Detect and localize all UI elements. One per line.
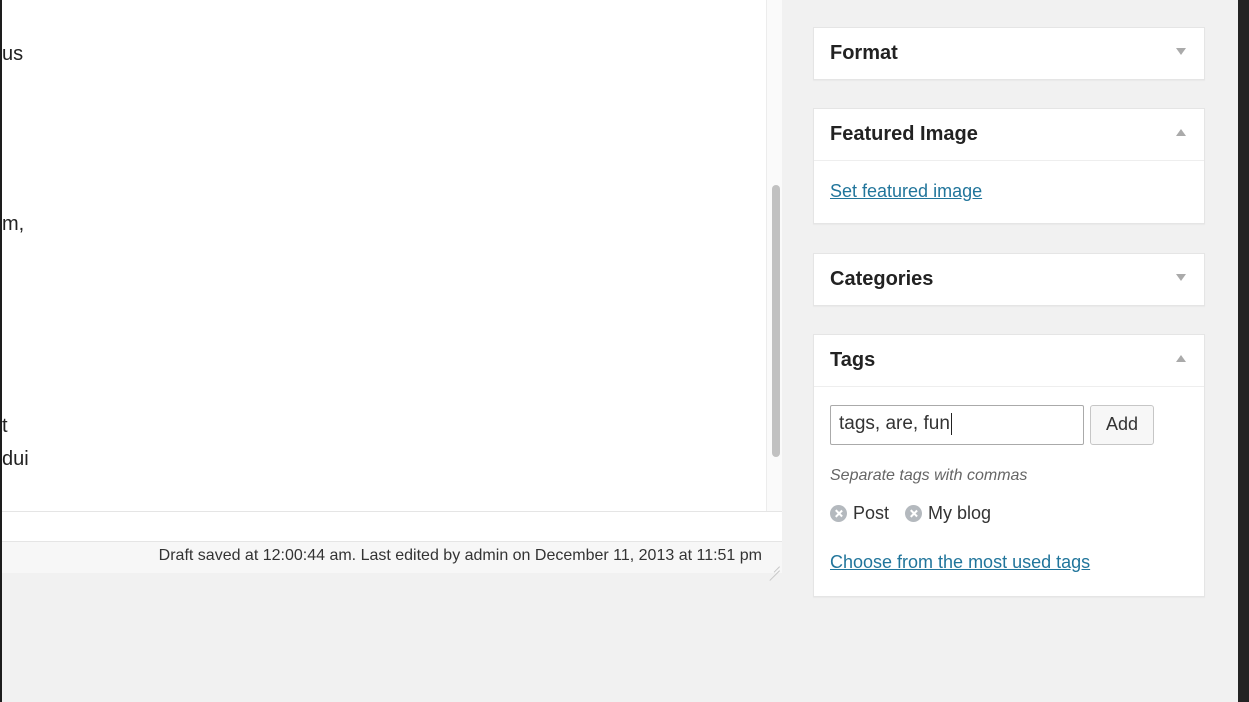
- chevron-up-icon[interactable]: [1176, 129, 1186, 136]
- format-metabox: Format: [813, 27, 1205, 80]
- editor-content-area[interactable]: us m, t dui: [2, 0, 766, 511]
- tags-metabox: Tags tags, are, fun Add Separate tags wi…: [813, 334, 1205, 597]
- text-caret: [950, 413, 952, 435]
- tags-metabox-inside: tags, are, fun Add Separate tags with co…: [814, 386, 1204, 596]
- editor-text-fragment: us: [2, 43, 24, 65]
- editor-text-fragment: dui: [2, 448, 29, 470]
- remove-tag-icon[interactable]: [905, 505, 923, 522]
- featured-image-metabox-title: Featured Image: [830, 123, 978, 145]
- add-tag-button[interactable]: Add: [1090, 405, 1154, 445]
- categories-metabox: Categories: [813, 253, 1205, 306]
- tag-item: My blog: [905, 503, 991, 524]
- chevron-down-icon[interactable]: [1176, 274, 1186, 281]
- set-featured-image-link[interactable]: Set featured image: [830, 181, 982, 201]
- editor-footer: [2, 511, 782, 541]
- most-used-tags-link[interactable]: Choose from the most used tags: [830, 552, 1090, 573]
- tag-list: Post My blog: [830, 503, 991, 524]
- featured-image-metabox-header[interactable]: Featured Image: [814, 109, 1204, 160]
- editor-scrollbar[interactable]: [766, 0, 782, 511]
- tag-item-label: Post: [853, 503, 890, 523]
- tags-hint: Separate tags with commas: [830, 467, 1028, 484]
- chevron-up-icon[interactable]: [1176, 355, 1186, 362]
- tag-item-label: My blog: [928, 503, 992, 523]
- categories-metabox-header[interactable]: Categories: [814, 254, 1204, 305]
- tags-metabox-header[interactable]: Tags: [814, 335, 1204, 386]
- tags-metabox-title: Tags: [830, 349, 876, 371]
- window-right-edge: [1238, 0, 1249, 702]
- editor-text-fragment: t: [2, 415, 8, 437]
- post-editor: us m, t dui Draft saved at 12:00:44 am. …: [2, 0, 782, 573]
- featured-image-metabox: Featured Image Set featured image: [813, 108, 1205, 224]
- format-metabox-header[interactable]: Format: [814, 28, 1204, 79]
- resize-handle-icon[interactable]: [768, 559, 780, 571]
- featured-image-metabox-inside: Set featured image: [814, 160, 1204, 223]
- new-tag-input-value: tags, are, fun: [839, 413, 950, 435]
- new-tag-input[interactable]: tags, are, fun: [830, 405, 1084, 445]
- editor-status-bar: Draft saved at 12:00:44 am. Last edited …: [2, 541, 782, 573]
- editor-text-fragment: m,: [2, 213, 25, 235]
- editor-scrollbar-thumb[interactable]: [772, 185, 780, 457]
- draft-status-text: Draft saved at 12:00:44 am. Last edited …: [158, 547, 762, 564]
- tag-item: Post: [830, 503, 889, 524]
- chevron-down-icon[interactable]: [1176, 48, 1186, 55]
- format-metabox-title: Format: [830, 42, 898, 64]
- remove-tag-icon[interactable]: [830, 505, 847, 522]
- categories-metabox-title: Categories: [830, 268, 934, 290]
